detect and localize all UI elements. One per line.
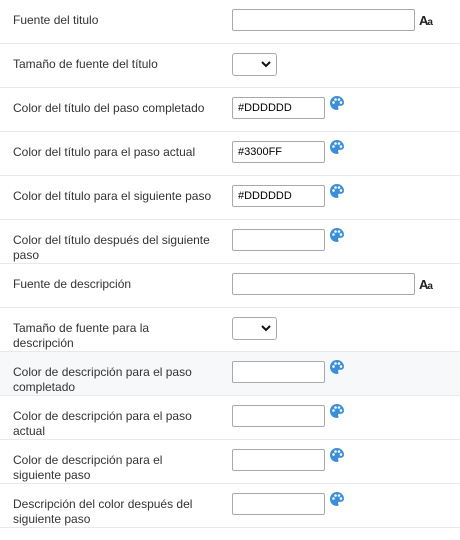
description-color-completed-input[interactable] bbox=[232, 361, 325, 383]
chevron-down-icon bbox=[261, 61, 271, 68]
palette-icon[interactable] bbox=[329, 447, 345, 468]
title-color-after-next-input[interactable] bbox=[232, 229, 325, 251]
palette-icon[interactable] bbox=[329, 95, 345, 116]
row-title-font-size: Tamaño de fuente del título bbox=[0, 44, 460, 88]
row-label: Color del título después del siguiente p… bbox=[13, 233, 210, 262]
row-label: Fuente de descripción bbox=[13, 277, 132, 291]
palette-icon[interactable] bbox=[329, 139, 345, 160]
palette-icon[interactable] bbox=[329, 403, 345, 424]
palette-icon[interactable] bbox=[329, 491, 345, 512]
row-label: Color de descripción para el paso comple… bbox=[13, 365, 192, 394]
font-icon[interactable]: Aa bbox=[419, 277, 433, 292]
row-description-color-completed: Color de descripción para el paso comple… bbox=[0, 352, 460, 396]
row-title-color-current: Color del título para el paso actual #33… bbox=[0, 132, 460, 176]
chevron-down-icon bbox=[261, 325, 271, 332]
row-title-color-next: Color del título para el siguiente paso … bbox=[0, 176, 460, 220]
row-label: Color del título para el siguiente paso bbox=[13, 189, 212, 203]
palette-icon[interactable] bbox=[329, 183, 345, 204]
palette-icon[interactable] bbox=[329, 227, 345, 248]
title-color-next-input[interactable]: #DDDDDD bbox=[232, 185, 325, 207]
description-color-after-next-input[interactable] bbox=[232, 493, 325, 515]
row-title-color-completed: Color del título del paso completado #DD… bbox=[0, 88, 460, 132]
row-label: Descripción del color después del siguie… bbox=[13, 497, 193, 526]
title-font-input[interactable] bbox=[232, 9, 415, 31]
row-title-color-after-next: Color del título después del siguiente p… bbox=[0, 220, 460, 264]
description-font-input[interactable] bbox=[232, 273, 415, 295]
row-description-color-next: Color de descripción para el siguiente p… bbox=[0, 440, 460, 484]
description-color-next-input[interactable] bbox=[232, 449, 325, 471]
title-color-completed-input[interactable]: #DDDDDD bbox=[232, 97, 325, 119]
row-label: Tamaño de fuente del título bbox=[13, 57, 158, 71]
row-title-font: Fuente del titulo Aa bbox=[0, 0, 460, 44]
row-label: Color de descripción para el siguiente p… bbox=[13, 453, 163, 482]
title-font-size-select[interactable] bbox=[232, 53, 277, 76]
title-color-current-input[interactable]: #3300FF bbox=[232, 141, 325, 163]
row-label: Color del título del paso completado bbox=[13, 101, 205, 115]
row-label: Color del título para el paso actual bbox=[13, 145, 196, 159]
row-label: Fuente del titulo bbox=[13, 13, 99, 27]
row-label: Tamaño de fuente para la descripción bbox=[13, 321, 150, 350]
row-description-font-size: Tamaño de fuente para la descripción bbox=[0, 308, 460, 352]
row-description-color-after-next: Descripción del color después del siguie… bbox=[0, 484, 460, 528]
description-color-current-input[interactable] bbox=[232, 405, 325, 427]
description-font-size-select[interactable] bbox=[232, 317, 277, 340]
row-description-color-current: Color de descripción para el paso actual bbox=[0, 396, 460, 440]
font-icon[interactable]: Aa bbox=[419, 13, 433, 28]
row-description-font: Fuente de descripción Aa bbox=[0, 264, 460, 308]
settings-form: Fuente del titulo Aa Tamaño de fuente de… bbox=[0, 0, 460, 528]
palette-icon[interactable] bbox=[329, 359, 345, 380]
row-label: Color de descripción para el paso actual bbox=[13, 409, 192, 438]
